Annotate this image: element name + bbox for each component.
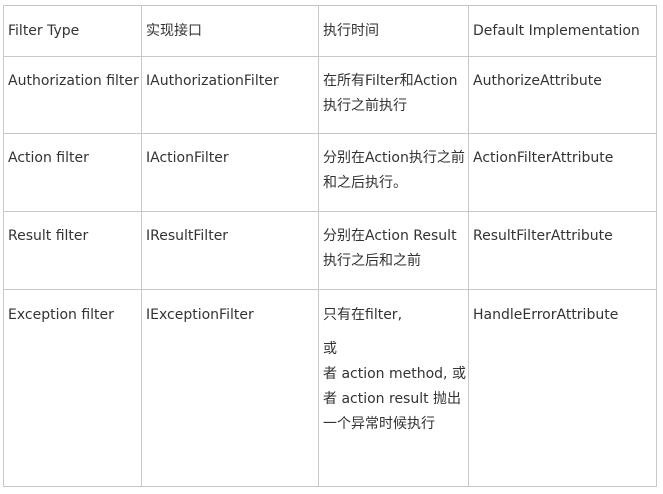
header-default-implementation: Default Implementation	[468, 5, 657, 57]
header-execution-time: 执行时间	[318, 5, 469, 57]
header-filter-type: Filter Type	[3, 5, 142, 57]
cell-default-implementation: HandleErrorAttribute	[468, 289, 657, 487]
execution-time-line: 执行之前执行	[323, 98, 407, 114]
filter-types-table-container: Filter Type 实现接口 执行时间 Default Implementa…	[3, 5, 657, 487]
table-row: Authorization filter IAuthorizationFilte…	[3, 56, 657, 134]
table-row: Exception filter IExceptionFilter 只有在fil…	[3, 289, 657, 487]
cell-interface: IAuthorizationFilter	[141, 56, 319, 134]
cell-interface: IExceptionFilter	[141, 289, 319, 487]
cell-execution-time: 只有在filter, 或 者 action method, 或 者 action…	[318, 289, 469, 487]
cell-filter-type: Action filter	[3, 133, 142, 212]
execution-time-line: 执行之后和之前	[323, 253, 421, 269]
execution-time-line: 或	[323, 341, 337, 357]
cell-filter-type: Exception filter	[3, 289, 142, 487]
cell-filter-type: Authorization filter	[3, 56, 142, 134]
execution-time-line: 者 action method, 或	[323, 366, 466, 382]
cell-execution-time: 在所有Filter和Action 执行之前执行	[318, 56, 469, 134]
execution-time-line: 分别在Action执行之前	[323, 150, 465, 166]
execution-time-line: 者 action result 抛出	[323, 391, 462, 407]
cell-default-implementation: ResultFilterAttribute	[468, 211, 657, 290]
cell-execution-time: 分别在Action执行之前 和之后执行。	[318, 133, 469, 212]
table-header-row: Filter Type 实现接口 执行时间 Default Implementa…	[3, 5, 657, 57]
execution-time-line: 只有在filter,	[323, 307, 403, 323]
cell-interface: IActionFilter	[141, 133, 319, 212]
header-interface: 实现接口	[141, 5, 319, 57]
cell-interface: IResultFilter	[141, 211, 319, 290]
cell-default-implementation: ActionFilterAttribute	[468, 133, 657, 212]
cell-filter-type: Result filter	[3, 211, 142, 290]
execution-time-line: 和之后执行。	[323, 175, 407, 191]
table-row: Action filter IActionFilter 分别在Action执行之…	[3, 133, 657, 212]
filter-types-table: Filter Type 实现接口 执行时间 Default Implementa…	[3, 5, 657, 487]
cell-execution-time: 分别在Action Result 执行之后和之前	[318, 211, 469, 290]
cell-default-implementation: AuthorizeAttribute	[468, 56, 657, 134]
table-row: Result filter IResultFilter 分别在Action Re…	[3, 211, 657, 290]
execution-time-line: 分别在Action Result	[323, 228, 457, 244]
execution-time-line: 在所有Filter和Action	[323, 73, 458, 89]
execution-time-line: 一个异常时候执行	[323, 416, 435, 432]
